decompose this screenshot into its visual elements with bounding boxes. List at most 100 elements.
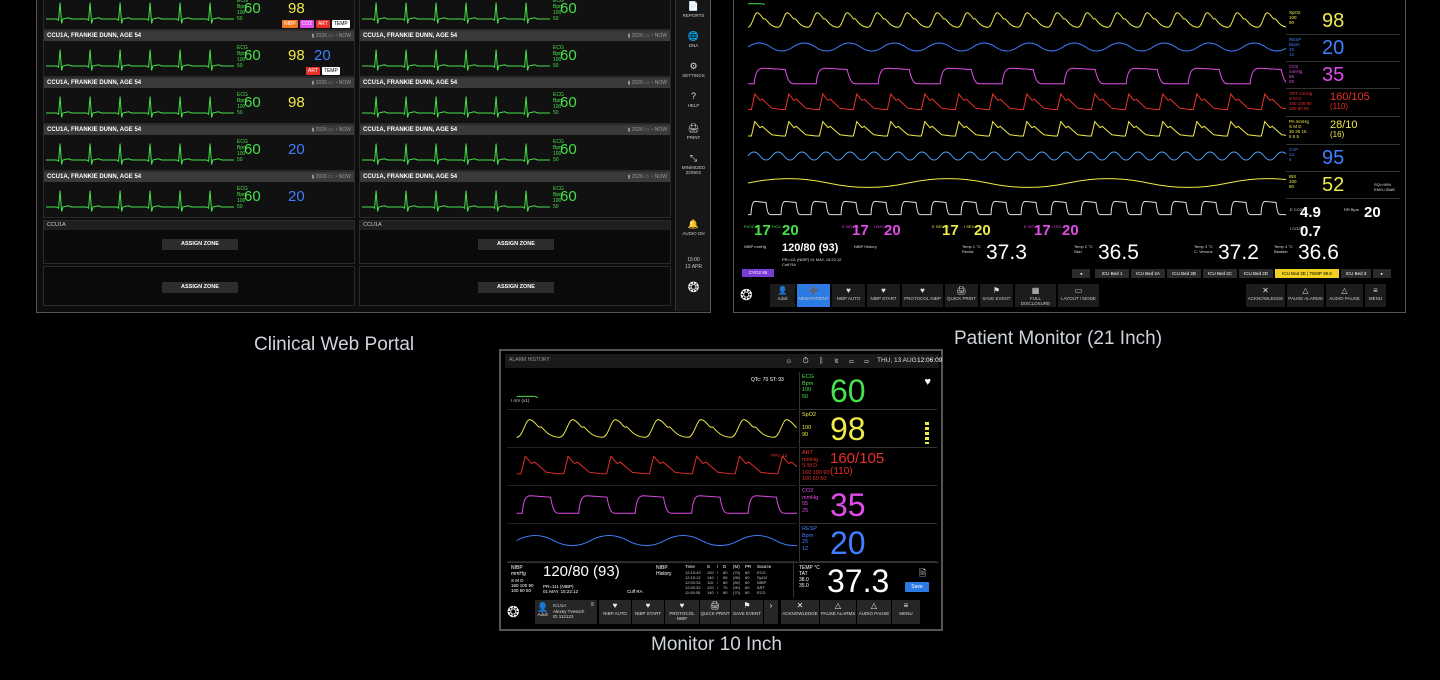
- cvo2-tag[interactable]: CVO2 85: [742, 269, 774, 277]
- patient-card[interactable]: CCU1A, FRANKIE DUNN, AGE 54▮ 2026 ▭ ◔ NO…: [43, 124, 355, 171]
- assign-zone-button[interactable]: ASSIGN ZONE: [162, 282, 238, 293]
- prev-bed-button[interactable]: ◂: [1072, 269, 1090, 278]
- logo-icon: ❂: [507, 604, 520, 621]
- nibp-cuff: Cuff RA: [782, 262, 796, 267]
- toolbar-label: AUDIO PAUSE: [1329, 296, 1360, 301]
- save-button[interactable]: Save: [905, 582, 929, 592]
- tag-art[interactable]: ART: [306, 67, 320, 75]
- toolbar-button[interactable]: ♥ NIBP START: [632, 600, 664, 624]
- menu-icon: ≡: [590, 602, 594, 608]
- alarm-toolbar-button[interactable]: ≡ MENU: [1365, 284, 1387, 307]
- waveform-trace: [748, 200, 1286, 216]
- history-header: (M): [733, 564, 740, 569]
- history-cell: ECG: [757, 590, 766, 595]
- sidebar-dna[interactable]: 🌐 DNA: [676, 32, 711, 49]
- temp-label: Temp 4 °C Bladder: [1274, 244, 1293, 254]
- patient-card[interactable]: CCU1A, FRANKIE DUNN, AGE 54▮ 2026 ▭ ◔ NO…: [43, 0, 355, 30]
- bed-tab[interactable]: ICU Bed 3: [1341, 269, 1371, 278]
- tag-nibp[interactable]: NIBP: [282, 20, 298, 28]
- assign-zone-button[interactable]: ASSIGN ZONE: [162, 239, 238, 250]
- toolbar-button[interactable]: ⚑ SAVE EVENT: [980, 284, 1014, 307]
- spo2-value: 98: [288, 0, 305, 17]
- patient-card[interactable]: CCU1A, FRANKIE DUNN, AGE 54▮ 2026 ▭ ◔ NO…: [359, 171, 671, 218]
- temp-value: 36.5: [1098, 241, 1139, 264]
- sidebar-settings[interactable]: ⚙ SETTINGS: [676, 62, 711, 79]
- bed-tab[interactable]: ICU Bed 1: [1095, 269, 1129, 278]
- patient-card[interactable]: CCU1A, FRANKIE DUNN, AGE 54▮ 2026 ▭ ◔ NO…: [43, 77, 355, 124]
- history-header: PR: [745, 564, 752, 569]
- toolbar-icon: ⚑: [743, 601, 751, 610]
- heart-rate-value: 60: [244, 47, 261, 64]
- toolbar-button[interactable]: ≡ MENU: [892, 600, 920, 624]
- patient-card[interactable]: CCU1A, FRANKIE DUNN, AGE 54▮ 2026 ▭ ◔ NO…: [359, 0, 671, 30]
- tag-art[interactable]: ART: [315, 20, 330, 28]
- bed-tab[interactable]: ICU Bed 2D: [1239, 269, 1273, 278]
- patient-header: CCU1A, FRANKIE DUNN, AGE 54 ▮ 2026 ▭ ◔ NO…: [44, 125, 354, 135]
- toolbar-icon: △: [870, 601, 878, 610]
- toolbar-button[interactable]: △ PAUSE ALARMS: [820, 600, 856, 624]
- tag-co2[interactable]: CO2: [299, 20, 314, 28]
- sidebar-help[interactable]: ? HELP: [676, 92, 711, 109]
- toolbar-button[interactable]: ➕ NEW PATIENT: [797, 284, 831, 307]
- assign-zone-button[interactable]: ASSIGN ZONE: [478, 282, 554, 293]
- toolbar-button[interactable]: △ AUDIO PAUSE: [857, 600, 891, 624]
- portal-caption: Clinical Web Portal: [254, 334, 415, 355]
- waveform-trace: [747, 12, 1286, 28]
- bed-tab[interactable]: ICU Bed 2C: [1203, 269, 1237, 278]
- toolbar-button[interactable]: 🖨 QUICK PRINT: [945, 284, 979, 307]
- patient-card[interactable]: CCU1A, FRANKIE DUNN, AGE 54▮ 2026 ▭ ◔ NO…: [43, 171, 355, 218]
- toolbar-label: NIBP START: [634, 611, 661, 616]
- alarm-toolbar-button[interactable]: △ PAUSE ALARMS: [1287, 284, 1325, 307]
- toolbar-button[interactable]: ♥ PROTOCOL NIBP: [902, 284, 944, 307]
- toolbar-button[interactable]: ♥ NIBP START: [867, 284, 901, 307]
- toolbar-label: MENU: [899, 611, 913, 616]
- patient-card[interactable]: CCU1A, FRANKIE DUNN, AGE 54▮ 2026 ▭ ◔ NO…: [359, 30, 671, 77]
- zone-panel: ASSIGN ZONE: [43, 266, 355, 306]
- param-value: 35: [1322, 64, 1345, 86]
- gas-value: 20: [1062, 222, 1079, 239]
- heart-rate-value: 60: [560, 188, 577, 205]
- tag-temp[interactable]: TEMP: [321, 67, 340, 75]
- temp-value: 37.3: [827, 563, 890, 599]
- patient-card[interactable]: CCU1A, FRANKIE DUNN, AGE 54▮ 2026 ▭ ◔ NO…: [359, 77, 671, 124]
- sidebar-audio-on[interactable]: 🔔 AUDIO ON: [676, 220, 711, 237]
- patient-name: CCU1A, FRANKIE DUNN, AGE 54: [363, 127, 458, 133]
- toolbar-button[interactable]: 👤 Adult: [770, 284, 796, 307]
- ecg-trace: [362, 2, 550, 24]
- toolbar-button[interactable]: ♥ NIBP AUTO: [599, 600, 631, 624]
- param-4: PA mmHg S M D 30 25 15 5 5 5 28/10 (16): [1286, 117, 1400, 145]
- gas-value: 17: [754, 222, 771, 239]
- toolbar-label: SAVE EVENT: [733, 611, 761, 616]
- alarm-toolbar-button[interactable]: ✕ ACKNOWLEDGE: [1246, 284, 1286, 307]
- toolbar-label: ACKNOWLEDGE: [782, 611, 818, 616]
- toolbar-button[interactable]: ▭ LAYOUT / MODE: [1058, 284, 1100, 307]
- toolbar-button[interactable]: ♥ PROTOCOL NIBP: [665, 600, 699, 624]
- history-header: D: [723, 564, 727, 569]
- bed-tab[interactable]: ICU Bed 2B: [1167, 269, 1201, 278]
- alarm-toolbar-button[interactable]: △ AUDIO PAUSE: [1326, 284, 1364, 307]
- ico2-value: 0.7: [1300, 223, 1321, 240]
- toolbar-button[interactable]: ♥ NIBP AUTO: [832, 284, 866, 307]
- toolbar-button[interactable]: ▦ FULL DISCLOSURE: [1015, 284, 1057, 307]
- param-0: SpO2 100 90 98: [1286, 8, 1400, 35]
- tag-temp[interactable]: TEMP: [331, 20, 350, 28]
- resp-value: 20: [288, 141, 305, 158]
- patient-info-button[interactable]: 👤 Adult ICU1A Alexey Tvestich ID 112123 ≡: [535, 600, 597, 624]
- patient-name: CCU1A, FRANKIE DUNN, AGE 54: [363, 80, 458, 86]
- gas-value: 20: [974, 222, 991, 239]
- next-bed-button[interactable]: ▸: [1373, 269, 1391, 278]
- sidebar-label: SETTINGS: [682, 73, 705, 78]
- patient-card[interactable]: CCU1A, FRANKIE DUNN, AGE 54▮ 2026 ▭ ◔ NO…: [359, 124, 671, 171]
- patient-card[interactable]: CCU1A, FRANKIE DUNN, AGE 54▮ 2026 ▭ ◔ NO…: [43, 30, 355, 77]
- toolbar-button[interactable]: ⚑ SAVE EVENT: [731, 600, 763, 624]
- sidebar-reports[interactable]: 📄 REPORTS: [676, 2, 711, 19]
- bed-tab[interactable]: ICU Bed 2E | TEMP 39.6: [1275, 269, 1339, 278]
- sidebar-minimized-zones[interactable]: ⤡ MINIMIZED ZONES: [676, 154, 711, 176]
- assign-zone-button[interactable]: ASSIGN ZONE: [478, 239, 554, 250]
- sidebar-print[interactable]: 🖨 PRINT: [676, 124, 711, 141]
- bed-tab[interactable]: ICU Bed 2A: [1131, 269, 1165, 278]
- alarm-history-tab[interactable]: ALARM HISTORY: [509, 357, 550, 363]
- toolbar-button[interactable]: 🖨 QUICK PRINT: [700, 600, 730, 624]
- toolbar-button[interactable]: ›: [764, 600, 778, 624]
- toolbar-button[interactable]: ✕ ACKNOWLEDGE: [781, 600, 819, 624]
